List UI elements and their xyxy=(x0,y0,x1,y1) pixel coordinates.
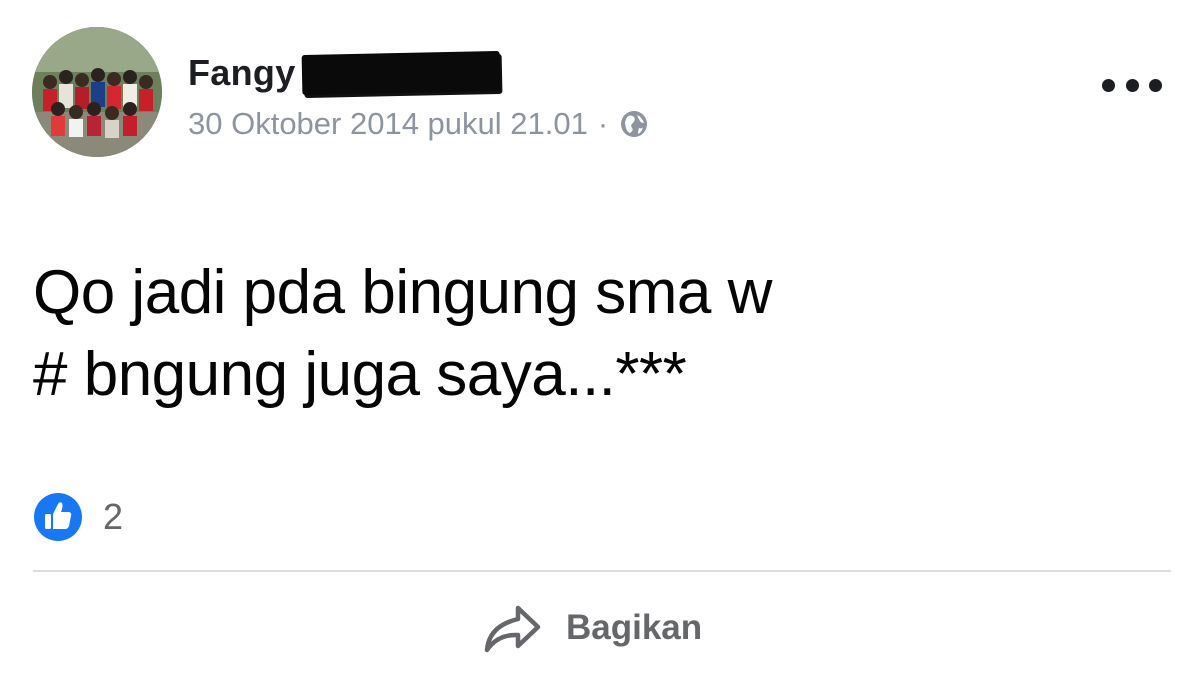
post-text-line: Qo jadi pda bingung sma w xyxy=(33,258,772,327)
share-arrow-icon xyxy=(484,605,541,653)
avatar-group-photo xyxy=(32,27,162,157)
globe-icon[interactable] xyxy=(618,108,650,140)
reactions-summary[interactable]: 2 xyxy=(33,492,123,542)
meta-separator: · xyxy=(597,106,609,141)
reaction-count: 2 xyxy=(103,496,124,537)
author-name[interactable]: Fangy xyxy=(188,52,296,94)
more-dot xyxy=(1149,78,1162,92)
like-icon xyxy=(34,493,82,541)
redaction-mark xyxy=(301,50,500,96)
author-avatar[interactable] xyxy=(32,27,162,157)
post-timestamp[interactable]: 30 Oktober 2014 pukul 21.01 xyxy=(188,106,588,142)
share-label: Bagikan xyxy=(566,608,703,647)
share-button[interactable]: Bagikan xyxy=(480,598,702,658)
post-text-line: # bngung juga saya...*** xyxy=(33,340,687,409)
more-dot xyxy=(1102,78,1115,92)
post-meta: 30 Oktober 2014 pukul 21.01 · xyxy=(188,106,650,142)
post-text: Qo jadi pda bingung sma w # bngung juga … xyxy=(33,252,1153,416)
more-options-icon[interactable] xyxy=(1102,70,1162,100)
more-dot xyxy=(1125,78,1139,92)
author-name-row[interactable]: Fangy xyxy=(188,50,500,96)
actions-divider xyxy=(33,570,1171,572)
